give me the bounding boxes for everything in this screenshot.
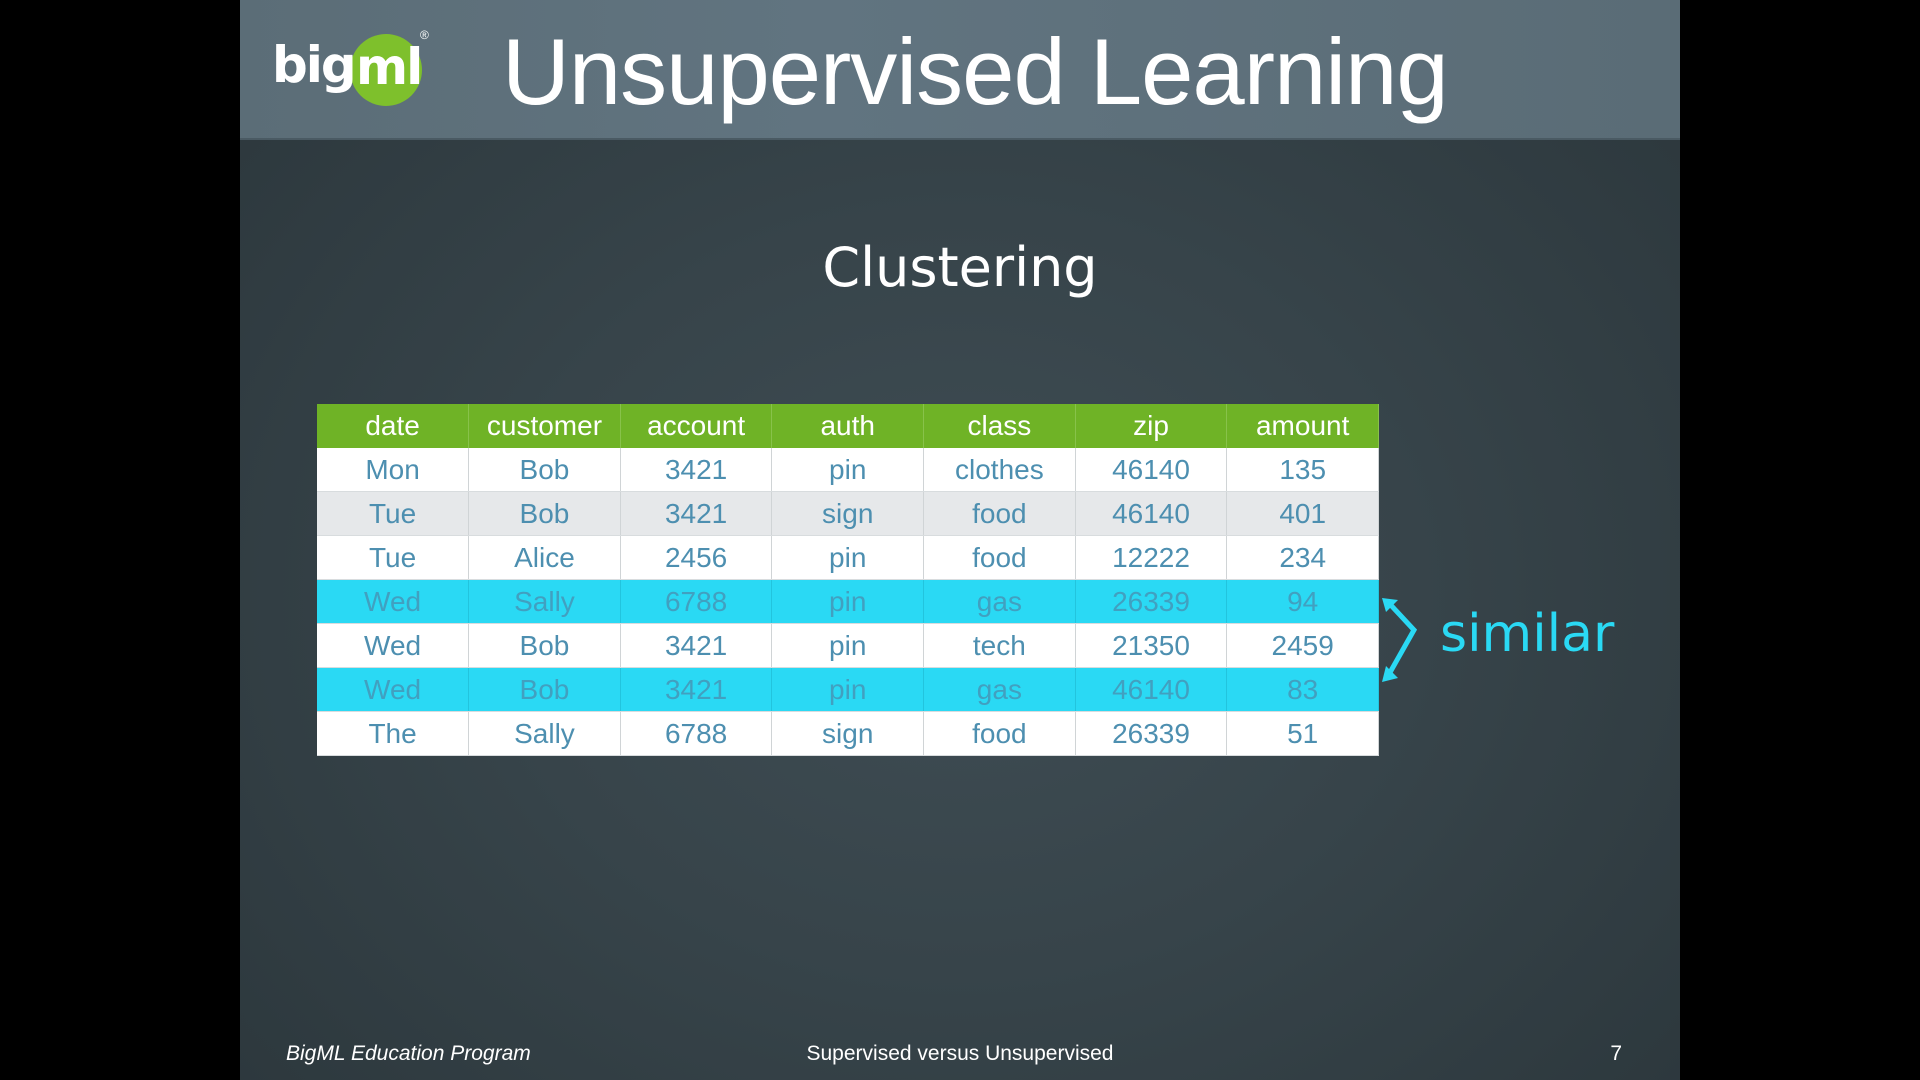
table-row: Mon Bob 3421 pin clothes 46140 135 <box>317 448 1379 492</box>
table-cell-class: food <box>923 711 1076 756</box>
table-cell-account: 3421 <box>620 623 773 668</box>
table-row-highlighted: Wed Sally 6788 pin gas 26339 94 <box>317 579 1379 624</box>
table-cell-zip: 21350 <box>1075 623 1228 668</box>
slide-header: big ml ® Unsupervised Learning <box>240 0 1680 140</box>
table-cell-auth: pin <box>771 535 925 580</box>
transactions-table: date customer account auth class zip amount Mo… <box>317 404 1379 756</box>
logo-registered-mark: ® <box>420 28 429 42</box>
table-row: Tue Alice 2456 pin food 12222 234 <box>317 535 1379 580</box>
table-cell-amount: 2459 <box>1226 623 1379 668</box>
table-cell-auth: pin <box>771 579 925 624</box>
table-cell-zip: 26339 <box>1075 579 1228 624</box>
table-cell-amount: 234 <box>1226 535 1379 580</box>
table-row: Wed Bob 3421 pin tech 21350 2459 <box>317 623 1379 668</box>
table-row-highlighted: Wed Bob 3421 pin gas 46140 83 <box>317 667 1379 712</box>
bracket-arrow-icon <box>1382 598 1418 682</box>
table-cell-class: clothes <box>923 448 1076 492</box>
table-cell-class: gas <box>923 579 1076 624</box>
table-cell-customer: Bob <box>468 623 621 668</box>
column-header-amount: amount <box>1226 404 1379 448</box>
table-cell-auth: pin <box>771 667 925 712</box>
table-cell-class: tech <box>923 623 1076 668</box>
table-cell-zip: 46140 <box>1075 667 1228 712</box>
column-header-customer: customer <box>468 404 621 448</box>
slide: big ml ® Unsupervised Learning Clusterin… <box>240 0 1680 1080</box>
slide-subtitle: Clustering <box>822 236 1098 299</box>
table-cell-customer: Sally <box>468 711 621 756</box>
footer-section-title: Supervised versus Unsupervised <box>806 1042 1114 1065</box>
table-cell-date: Wed <box>317 667 470 712</box>
page-number: 7 <box>1610 1042 1622 1065</box>
table-row: Tue Bob 3421 sign food 46140 401 <box>317 491 1379 536</box>
table-cell-amount: 83 <box>1226 667 1379 712</box>
table-cell-class: gas <box>923 667 1076 712</box>
table-cell-customer: Bob <box>468 448 621 492</box>
column-header-account: account <box>620 404 773 448</box>
table-cell-class: food <box>923 491 1076 536</box>
column-header-class: class <box>923 404 1076 448</box>
table-cell-amount: 135 <box>1226 448 1379 492</box>
table-cell-auth: sign <box>771 711 925 756</box>
bigml-logo: big ml ® <box>272 28 432 110</box>
table-cell-zip: 46140 <box>1075 448 1228 492</box>
table-cell-customer: Sally <box>468 579 621 624</box>
table-header-row: date customer account auth class zip amount <box>317 404 1379 448</box>
table-cell-class: food <box>923 535 1076 580</box>
table-row: The Sally 6788 sign food 26339 51 <box>317 711 1379 756</box>
column-header-zip: zip <box>1075 404 1228 448</box>
logo-text-big: big <box>272 36 357 94</box>
table-cell-date: Mon <box>317 448 470 492</box>
table-cell-date: Tue <box>317 491 470 536</box>
table-cell-zip: 46140 <box>1075 491 1228 536</box>
table-cell-date: Wed <box>317 623 470 668</box>
table-cell-date: The <box>317 711 470 756</box>
column-header-auth: auth <box>771 404 925 448</box>
column-header-date: date <box>317 404 470 448</box>
table-cell-account: 6788 <box>620 711 773 756</box>
table-cell-amount: 94 <box>1226 579 1379 624</box>
table-cell-zip: 12222 <box>1075 535 1228 580</box>
logo-text-ml: ml <box>356 38 423 96</box>
slide-title: Unsupervised Learning <box>502 19 1449 124</box>
similar-label: similar <box>1440 604 1615 664</box>
table-cell-customer: Alice <box>468 535 621 580</box>
table-cell-account: 6788 <box>620 579 773 624</box>
table-cell-zip: 26339 <box>1075 711 1228 756</box>
table-cell-customer: Bob <box>468 667 621 712</box>
table-body: Mon Bob 3421 pin clothes 46140 135 Tue Bob 3421 si… <box>317 448 1379 756</box>
table-cell-auth: pin <box>771 623 925 668</box>
table-cell-auth: pin <box>771 448 925 492</box>
table-cell-amount: 51 <box>1226 711 1379 756</box>
table-cell-amount: 401 <box>1226 491 1379 536</box>
table-cell-date: Tue <box>317 535 470 580</box>
table-cell-account: 3421 <box>620 491 773 536</box>
table-cell-customer: Bob <box>468 491 621 536</box>
table-cell-account: 3421 <box>620 448 773 492</box>
table-cell-account: 2456 <box>620 535 773 580</box>
table-cell-auth: sign <box>771 491 925 536</box>
table-cell-account: 3421 <box>620 667 773 712</box>
table-cell-date: Wed <box>317 579 470 624</box>
